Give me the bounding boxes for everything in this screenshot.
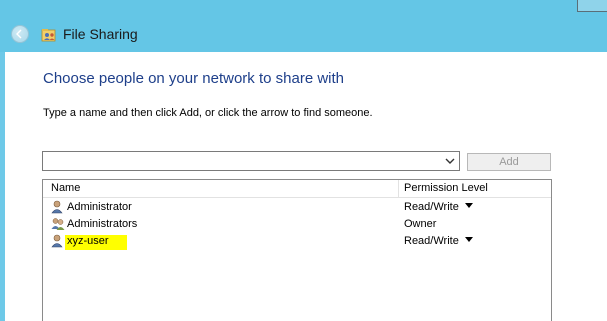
permission-label: Read/Write (404, 235, 459, 247)
column-header-permission[interactable]: Permission Level (404, 182, 488, 194)
column-header-name[interactable]: Name (51, 182, 80, 194)
group-icon (51, 218, 65, 230)
user-icon (51, 200, 63, 214)
title-bar: File Sharing (0, 0, 607, 52)
sharing-list[interactable]: Name Permission Level Administrator Read… (42, 179, 552, 321)
user-name: Administrator (67, 201, 132, 213)
permission-level-dropdown[interactable]: Read/Write (404, 235, 473, 247)
window-title: File Sharing (63, 26, 138, 42)
chevron-down-icon[interactable] (443, 154, 457, 168)
list-header: Name Permission Level (43, 180, 551, 198)
add-button[interactable]: Add (467, 153, 551, 171)
instructions-text: Type a name and then click Add, or click… (43, 107, 373, 119)
file-sharing-icon (41, 29, 56, 42)
back-arrow-icon (16, 29, 22, 39)
dropdown-arrow-icon[interactable] (464, 203, 473, 208)
page-title: Choose people on your network to share w… (43, 70, 345, 87)
close-button[interactable] (577, 0, 607, 12)
user-name: Administrators (67, 218, 138, 230)
back-button[interactable] (11, 25, 29, 43)
dropdown-arrow-icon[interactable] (464, 237, 473, 242)
dialog-content: Choose people on your network to share w… (5, 52, 607, 321)
column-separator (398, 180, 399, 197)
permission-level-dropdown[interactable]: Read/Write (404, 201, 473, 213)
permission-label: Read/Write (404, 201, 459, 213)
list-item[interactable]: Administrator Read/Write (43, 199, 551, 216)
permission-level: Owner (404, 218, 437, 230)
list-item[interactable]: Administrators Owner (43, 216, 551, 233)
name-input[interactable] (45, 153, 435, 169)
user-icon (51, 234, 63, 248)
list-item[interactable]: xyz-user Read/Write (43, 233, 551, 250)
user-name: xyz-user (65, 235, 127, 250)
name-combobox[interactable] (42, 151, 460, 171)
